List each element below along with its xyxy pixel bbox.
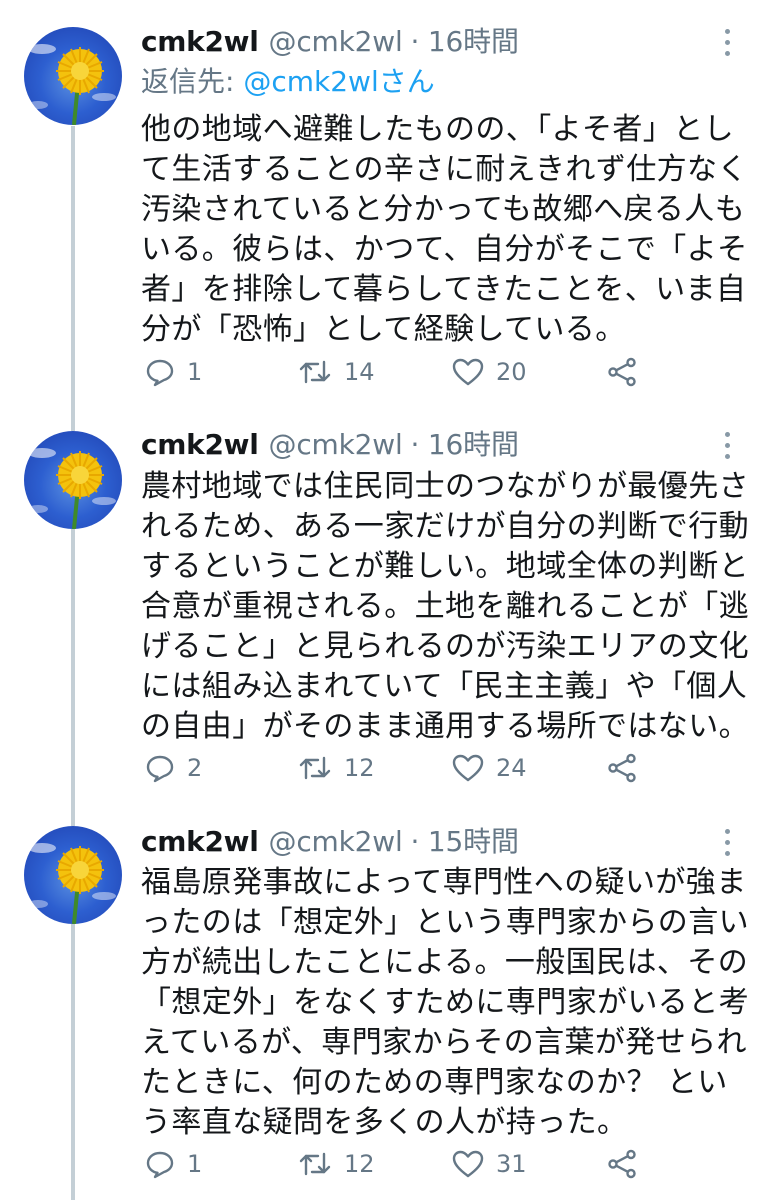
tweet[interactable]: cmk2wl @cmk2wl · 15時間 福島原発事故によって専門性への疑いが… — [0, 805, 763, 1200]
tweet[interactable]: cmk2wl @cmk2wl · 16時間 農村地域では住民同士のつながりが最優… — [0, 405, 763, 805]
reply-button[interactable]: 1 — [145, 357, 202, 387]
text-line: 農村地域では住民同士のつながりが最優先さ — [141, 469, 749, 504]
text-line: れるため、ある一家だけが自分の判断で行動 — [141, 509, 749, 544]
text-line: て生活することの辛さに耐えきれず仕方なく — [141, 152, 748, 187]
avatar[interactable] — [24, 826, 122, 924]
text-line: 方が続出したことによる。一般国民は、その — [141, 945, 749, 980]
reply-count: 1 — [187, 358, 203, 386]
text-line: たときに、何のための専門家なのか？ とい — [141, 1065, 728, 1100]
tweet-text: 農村地域では住民同士のつながりが最優先さ れるため、ある一家だけが自分の判断で行… — [141, 467, 749, 747]
like-count: 20 — [496, 358, 527, 386]
reply-count: 1 — [187, 1150, 203, 1178]
timestamp[interactable]: · 15時間 — [411, 822, 519, 862]
reply-button[interactable]: 2 — [145, 753, 202, 783]
share-icon — [608, 753, 636, 783]
retweet-icon — [299, 756, 331, 780]
tweet[interactable]: cmk2wl @cmk2wl · 16時間 返信先: @cmk2wlさん 他の地… — [0, 0, 763, 405]
retweet-icon — [299, 360, 331, 384]
tweet-header: cmk2wl @cmk2wl · 16時間 — [141, 22, 703, 62]
display-name[interactable]: cmk2wl — [141, 822, 259, 862]
like-button[interactable]: 24 — [452, 753, 527, 783]
text-line: 汚染されていると分かっても故郷へ戻る人も — [141, 192, 746, 227]
handle[interactable]: @cmk2wl — [269, 22, 403, 62]
heart-icon — [452, 1150, 484, 1178]
share-button[interactable] — [607, 753, 637, 783]
tweet-actions: 2 12 24 — [141, 748, 661, 788]
more-options-icon[interactable] — [717, 22, 737, 62]
retweet-button[interactable]: 12 — [298, 753, 375, 783]
text-line: 合意が重視される。土地を離れることが「逃 — [141, 589, 749, 624]
tweet-actions: 1 14 20 — [141, 352, 661, 392]
tweet-header: cmk2wl @cmk2wl · 16時間 — [141, 425, 703, 465]
tweet-text: 他の地域へ避難したものの、「よそ者」とし て生活することの辛さに耐えきれず仕方な… — [141, 110, 748, 350]
timestamp[interactable]: · 16時間 — [411, 425, 519, 465]
more-options-icon[interactable] — [717, 425, 737, 465]
text-line: には組み込まれていて「民主主義」や「個人 — [141, 669, 748, 704]
thread-line — [71, 805, 75, 826]
share-icon — [608, 357, 636, 387]
share-button[interactable] — [607, 1149, 637, 1179]
like-button[interactable]: 20 — [452, 357, 527, 387]
text-line: 他の地域へ避難したものの、「よそ者」とし — [141, 112, 734, 147]
text-line: う率直な疑問を多くの人が持った。 — [141, 1105, 628, 1140]
avatar[interactable] — [24, 27, 122, 125]
tweet-thread: cmk2wl @cmk2wl · 16時間 返信先: @cmk2wlさん 他の地… — [0, 0, 763, 1200]
retweet-count: 14 — [344, 358, 375, 386]
reply-icon — [146, 359, 174, 387]
tweet-actions: 1 12 31 — [141, 1144, 661, 1184]
retweet-count: 12 — [344, 1150, 375, 1178]
reply-icon — [146, 755, 174, 783]
reply-count: 2 — [187, 754, 203, 782]
reply-icon — [146, 1151, 174, 1179]
text-line: するということが難しい。地域全体の判断と — [141, 549, 749, 584]
text-line: げること」と見られるのが汚染エリアの文化 — [141, 629, 749, 664]
reply-to-prefix: 返信先: — [141, 65, 235, 98]
heart-icon — [452, 754, 484, 782]
reply-to: 返信先: @cmk2wlさん — [141, 62, 435, 102]
like-count: 24 — [496, 754, 527, 782]
display-name[interactable]: cmk2wl — [141, 22, 259, 62]
avatar[interactable] — [24, 431, 122, 529]
text-line: いる。彼らは、かつて、自分がそこで「よそ — [141, 232, 748, 267]
text-line: の自由」がそのまま通用する場所ではない。 — [141, 709, 749, 744]
more-options-icon[interactable] — [717, 822, 737, 862]
tweet-text: 福島原発事故によって専門性への疑いが強ま ったのは「想定外」という専門家からの言… — [141, 863, 749, 1143]
tweet-header: cmk2wl @cmk2wl · 15時間 — [141, 822, 703, 862]
text-line: ったのは「想定外」という専門家からの言い — [141, 905, 749, 940]
display-name[interactable]: cmk2wl — [141, 425, 259, 465]
like-count: 31 — [496, 1150, 527, 1178]
like-button[interactable]: 31 — [452, 1149, 527, 1179]
heart-icon — [452, 358, 484, 386]
thread-line — [71, 924, 75, 1200]
reply-to-handle[interactable]: @cmk2wlさん — [243, 65, 434, 98]
text-line: えているが、専門家からその言葉が発せられ — [141, 1025, 747, 1060]
text-line: 分が「恐怖」として経験している。 — [141, 312, 626, 347]
thread-line — [71, 126, 75, 405]
thread-line — [71, 405, 75, 431]
timestamp[interactable]: · 16時間 — [411, 22, 519, 62]
text-line: 者」を排除して暮らしてきたことを、いま自 — [141, 272, 747, 307]
retweet-icon — [299, 1152, 331, 1176]
text-line: 福島原発事故によって専門性への疑いが強ま — [141, 865, 747, 900]
retweet-button[interactable]: 12 — [298, 1149, 375, 1179]
reply-button[interactable]: 1 — [145, 1149, 202, 1179]
handle[interactable]: @cmk2wl — [269, 822, 403, 862]
retweet-button[interactable]: 14 — [298, 357, 375, 387]
thread-line — [71, 529, 75, 805]
retweet-count: 12 — [344, 754, 375, 782]
share-button[interactable] — [607, 357, 637, 387]
text-line: 「想定外」をなくすために専門家がいると考 — [141, 985, 749, 1020]
handle[interactable]: @cmk2wl — [269, 425, 403, 465]
share-icon — [608, 1149, 636, 1179]
